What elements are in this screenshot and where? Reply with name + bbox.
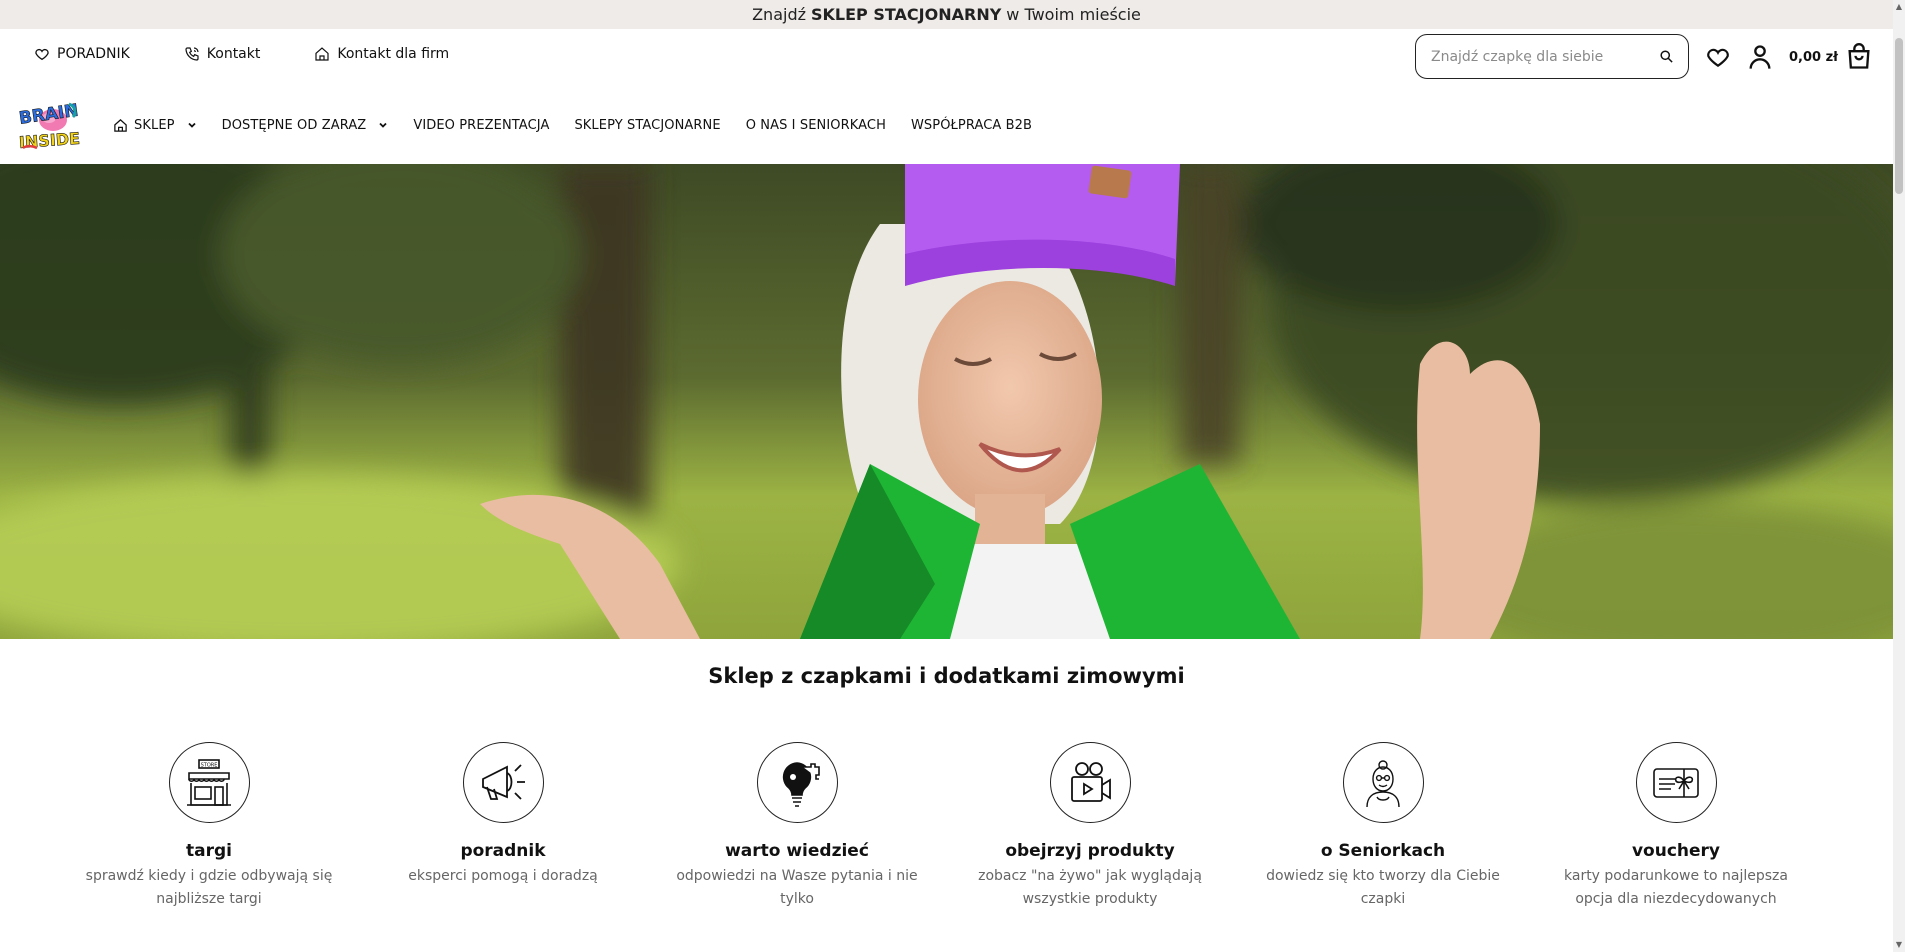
nav-item-dostepne-od-zaraz[interactable]: DOSTĘPNE OD ZARAZ [222,118,389,133]
util-link-label: Kontakt dla firm [337,46,450,62]
feature-description: sprawdź kiedy i gdzie odbywają się najbl… [85,868,333,907]
chevron-down-icon [187,122,196,128]
announcement-highlight[interactable]: SKLEP STACJONARNY [811,5,1001,24]
nav-item-sklep[interactable]: SKLEP [113,118,197,133]
user-icon [1749,45,1771,69]
brain-inside-logo: BRAIN INSIDE [17,100,80,152]
util-link-poradnik[interactable]: PORADNIK [34,46,130,62]
feature-title: poradnik [460,841,546,861]
feature-icon-circle [1635,742,1717,823]
nav-item-sklepy-stacjonarne[interactable]: SKLEPY STACJONARNE [574,118,720,133]
feature-description: zobacz "na żywo" jak wyglądają wszystkie… [978,868,1202,907]
svg-text:INSIDE: INSIDE [18,129,80,152]
account-button[interactable] [1745,42,1775,72]
feature-poradnik[interactable]: poradnik eksperci pomogą i doradzą [368,742,638,888]
nav-item-label: O NAS I SENIORKACH [745,117,886,133]
feature-icon-circle [756,742,838,823]
heart-icon [1707,48,1729,67]
section-title: Sklep z czapkami i dodatkami zimowymi [708,664,1185,688]
util-link-kontakt[interactable]: Kontakt [184,46,261,62]
feature-title: vouchery [1631,841,1721,861]
utility-bar: PORADNIK Kontakt Kontakt dla firm 0,00 z… [0,29,1893,86]
feature-description: odpowiedzi na Wasze pytania i nie tylko [676,868,918,907]
phone-icon [185,47,199,61]
scroll-up-arrow-icon[interactable]: ▲ [1894,2,1904,12]
nav-item-video-prezentacja[interactable]: VIDEO PREZENTACJA [413,118,549,133]
page-scrollbar[interactable]: ▲ ▼ [1893,0,1905,952]
feature-vouchery[interactable]: vouchery karty podarunkowe to najlepsza … [1541,742,1811,911]
shopping-bag-icon [1848,43,1870,69]
feature-title: o Seniorkach [1320,841,1446,861]
svg-text:STORE: STORE [201,762,218,768]
scrollbar-thumb[interactable] [1895,38,1903,194]
feature-o-seniorkach[interactable]: o Seniorkach dowiedz się kto tworzy dla … [1248,742,1518,911]
megaphone-icon [482,763,525,800]
feature-icon-circle [1342,742,1424,823]
feature-icon-circle [462,742,544,823]
nav-item-o-nas-i-seniorkach[interactable]: O NAS I SENIORKACH [746,118,886,133]
feature-icon-circle [1049,742,1131,823]
nav-item-label: WSPÓŁPRACA B2B [910,117,1033,133]
wishlist-button[interactable] [1703,42,1733,72]
nav-item-label: SKLEP [134,117,175,133]
feature-targi[interactable]: STORE targi sprawdź kiedy i gdzie odbywa… [74,742,344,911]
search-icon[interactable] [1659,49,1674,64]
building-icon [315,47,329,61]
announcement-prefix: Znajdź [752,5,806,24]
heart-icon [35,48,49,61]
util-link-label: Kontakt [206,46,261,62]
nav-item-label: SKLEPY STACJONARNE [574,117,721,133]
video-camera-icon [1071,761,1111,802]
home-icon [114,118,127,132]
grandma-icon [1366,759,1400,807]
account-icons: 0,00 zł [1703,42,1873,72]
search-box[interactable] [1415,34,1689,79]
feature-title: obejrzyj produkty [1005,841,1175,861]
store-icon: STORE [187,758,231,806]
announcement-suffix: w Twoim mieście [1006,5,1141,24]
util-link-kontakt-dla-firm[interactable]: Kontakt dla firm [314,46,449,62]
feature-description: dowiedz się kto tworzy dla Ciebie czapki [1266,868,1500,907]
chevron-down-icon [379,122,387,128]
feature-warto-wiedziec[interactable]: warto wiedzieć odpowiedzi na Wasze pytan… [662,742,932,911]
nav-item-label: DOSTĘPNE OD ZARAZ [221,117,367,133]
feature-title: warto wiedzieć [725,841,869,861]
scroll-down-arrow-icon[interactable]: ▼ [1894,940,1904,950]
feature-description: karty podarunkowe to najlepsza opcja dla… [1564,868,1788,907]
gift-card-icon [1653,767,1699,798]
feature-description: eksperci pomogą i doradzą [408,868,598,884]
feature-title: targi [186,841,232,861]
feature-icon-circle: STORE [168,742,250,823]
lightbulb-puzzle-icon [782,761,820,807]
cart-button[interactable]: 0,00 zł [1789,43,1873,71]
nav-item-wspolpraca-b2b[interactable]: WSPÓŁPRACA B2B [911,118,1032,133]
hero-photo [0,164,1893,639]
primary-menu: SKLEP DOSTĘPNE OD ZARAZ VIDEO PREZENTACJ… [113,86,1057,164]
features-row: STORE targi sprawdź kiedy i gdzie odbywa… [0,742,1893,952]
main-navigation: BRAIN INSIDE SKLEP DOSTĘPNE OD ZARAZ VID… [0,86,1893,164]
feature-obejrzyj-produkty[interactable]: obejrzyj produkty zobacz "na żywo" jak w… [955,742,1225,911]
hero-banner[interactable] [0,164,1893,639]
nav-item-label: VIDEO PREZENTACJA [413,117,550,133]
announcement-bar[interactable]: Znajdź SKLEP STACJONARNY w Twoim mieście [0,0,1893,29]
cart-amount: 0,00 zł [1789,49,1838,65]
brand-logo[interactable]: BRAIN INSIDE [17,96,82,153]
utility-links: PORADNIK Kontakt Kontakt dla firm [34,46,503,62]
search-input[interactable] [1431,48,1659,65]
util-link-label: PORADNIK [57,46,130,62]
